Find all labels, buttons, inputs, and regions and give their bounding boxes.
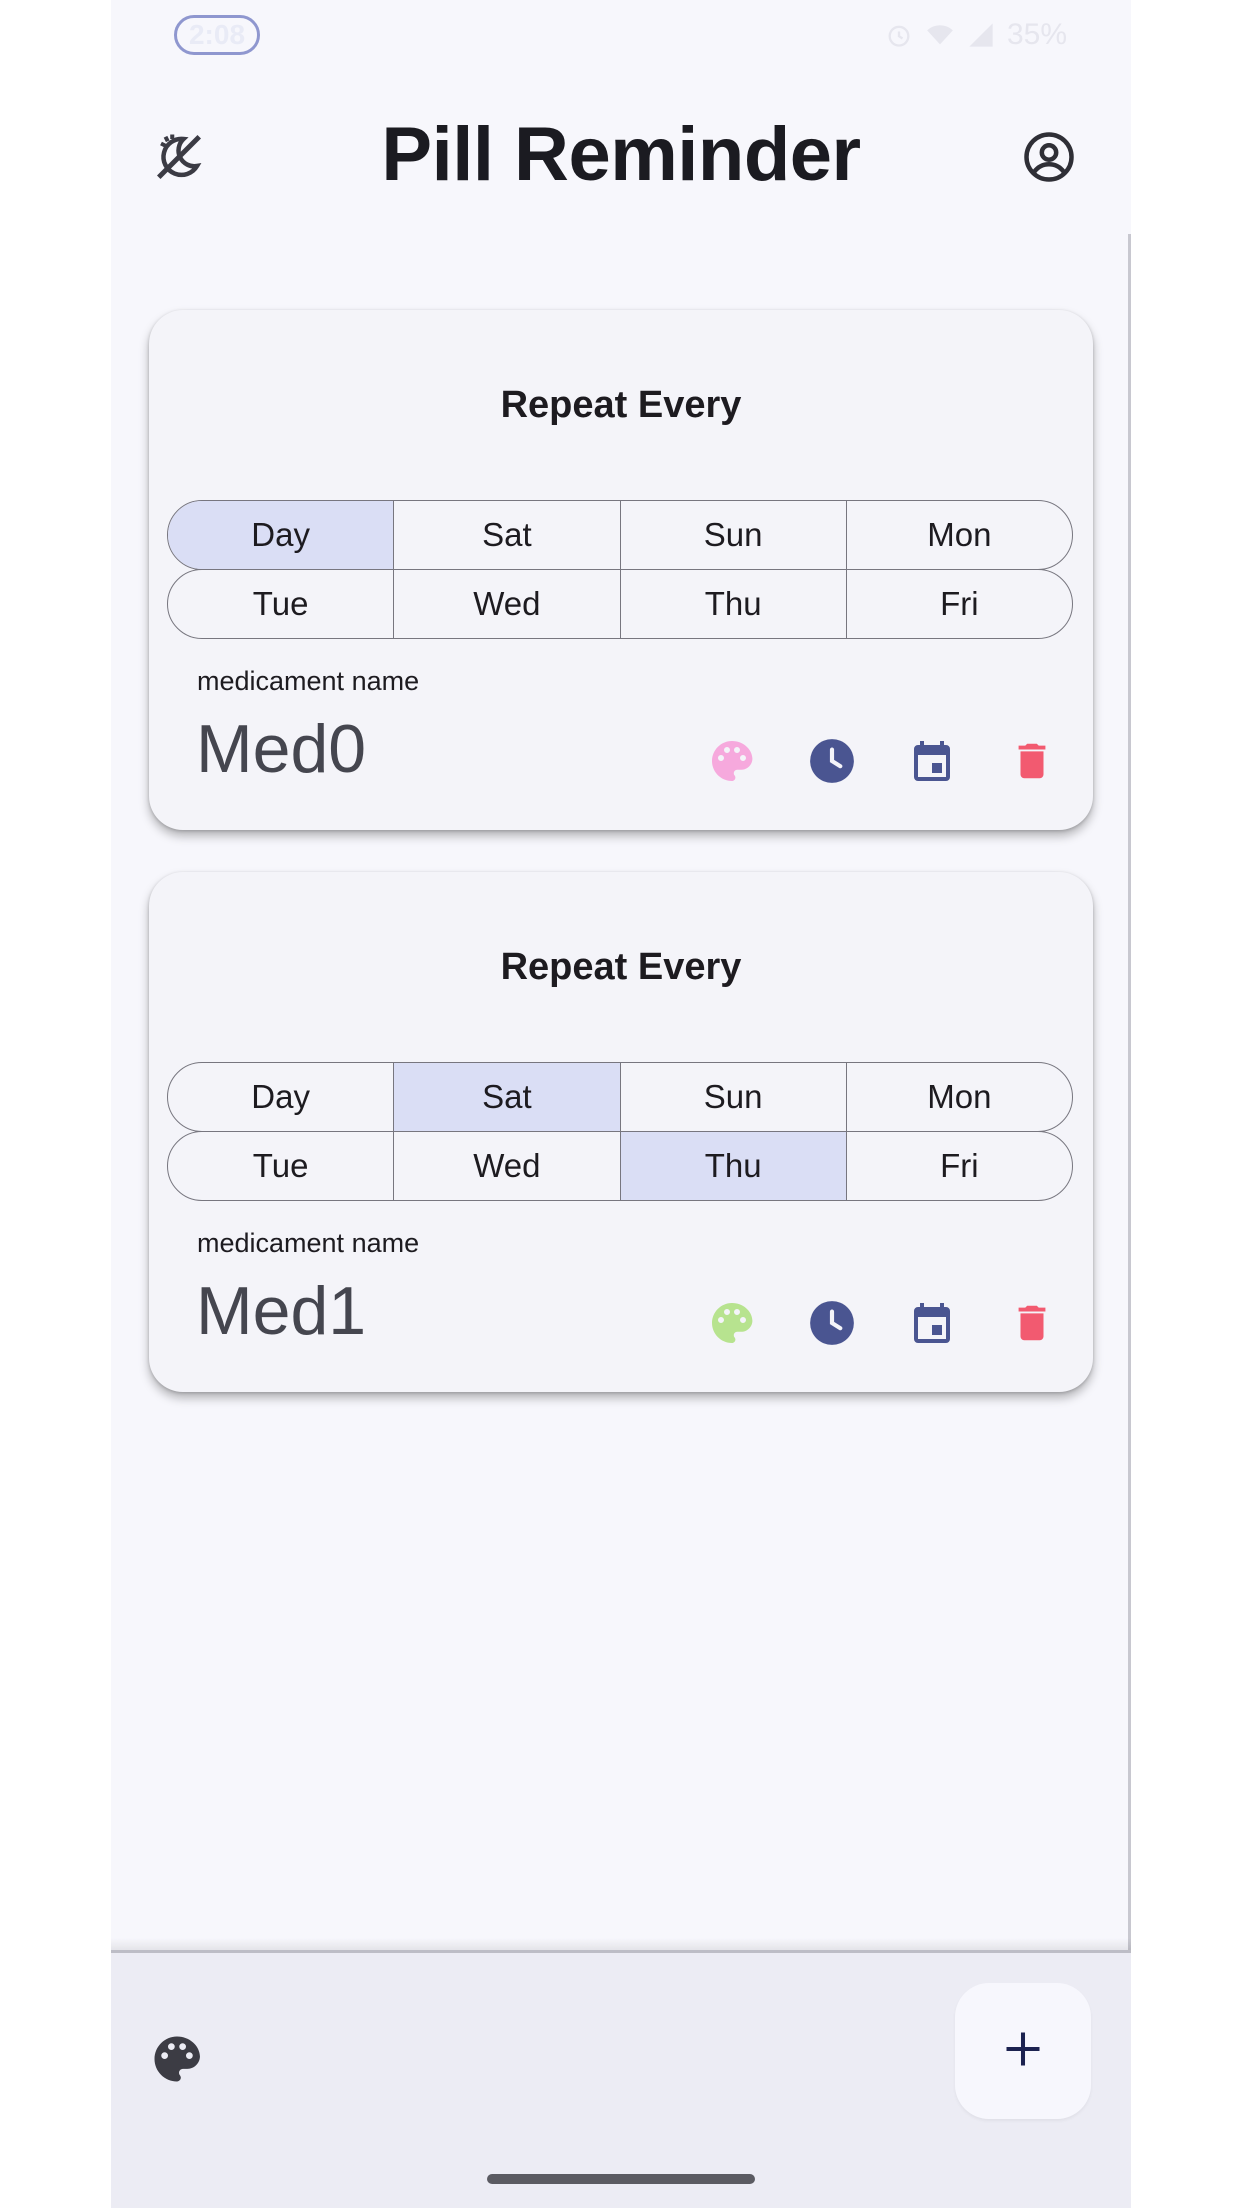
day-selector-row: Tue Wed Thu Fri xyxy=(167,569,1073,639)
alarm-icon xyxy=(885,21,913,49)
day-toggle-tue[interactable]: Tue xyxy=(168,1132,393,1200)
clock-icon xyxy=(807,1298,857,1353)
medicament-name-label: medicament name xyxy=(197,1228,420,1258)
day-toggle-fri[interactable]: Fri xyxy=(845,1132,1072,1200)
signal-icon xyxy=(967,21,995,49)
trash-icon xyxy=(1009,738,1055,789)
day-selector-row: Tue Wed Thu Fri xyxy=(167,1131,1073,1201)
day-toggle-day[interactable]: Day xyxy=(168,1063,393,1131)
day-toggle-tue[interactable]: Tue xyxy=(168,570,393,638)
repeat-every-title: Repeat Every xyxy=(500,946,742,988)
wifi-icon xyxy=(925,21,955,49)
plus-icon xyxy=(1001,2027,1045,2076)
palette-icon xyxy=(150,2032,204,2091)
day-toggle-sat[interactable]: Sat xyxy=(393,1063,620,1131)
delete-button[interactable] xyxy=(1009,740,1055,786)
day-toggle-wed[interactable]: Wed xyxy=(393,1132,619,1200)
day-toggle-mon[interactable]: Mon xyxy=(845,1063,1072,1131)
trash-icon xyxy=(1009,1300,1055,1351)
calendar-icon xyxy=(908,737,956,790)
color-button[interactable] xyxy=(709,1302,755,1348)
day-toggle-day[interactable]: Day xyxy=(168,501,394,569)
day-toggle-sat[interactable]: Sat xyxy=(393,501,619,569)
date-button[interactable] xyxy=(909,740,955,786)
day-toggle-sun[interactable]: Sun xyxy=(619,501,846,569)
day-toggle-thu[interactable]: Thu xyxy=(619,570,846,638)
repeat-every-title: Repeat Every xyxy=(500,384,742,426)
card-actions xyxy=(709,1300,1055,1348)
page-title: Pill Reminder xyxy=(381,112,861,197)
scrollbar[interactable] xyxy=(1128,234,1131,2144)
day-toggle-sun[interactable]: Sun xyxy=(619,1063,846,1131)
day-toggle-fri[interactable]: Fri xyxy=(845,570,1072,638)
date-button[interactable] xyxy=(909,1302,955,1348)
time-button[interactable] xyxy=(809,738,855,786)
medication-card: Repeat Every Day Sat Sun Mon Tue Wed Thu… xyxy=(149,872,1093,1392)
clock-icon xyxy=(807,736,857,791)
app-screen: 2:08 35% Pill Reminder Repeat Every Day … xyxy=(111,0,1131,2208)
app-bar: Pill Reminder xyxy=(111,75,1131,235)
day-toggle-thu[interactable]: Thu xyxy=(619,1132,846,1200)
home-indicator[interactable] xyxy=(487,2174,755,2184)
day-selector-row: Day Sat Sun Mon xyxy=(167,1062,1073,1132)
delete-button[interactable] xyxy=(1009,1302,1055,1348)
theme-palette-button[interactable] xyxy=(147,2031,207,2091)
medicament-name[interactable]: Med1 xyxy=(196,1272,366,1350)
medicament-name-label: medicament name xyxy=(197,666,420,696)
status-bar: 2:08 35% xyxy=(111,0,1131,75)
medicament-name[interactable]: Med0 xyxy=(196,710,366,788)
battery-text: 35% xyxy=(1006,18,1067,51)
day-toggle-wed[interactable]: Wed xyxy=(393,570,619,638)
calendar-icon xyxy=(908,1299,956,1352)
time-button[interactable] xyxy=(809,1300,855,1348)
account-circle-icon xyxy=(1022,130,1076,189)
palette-icon xyxy=(708,737,756,790)
palette-icon xyxy=(708,1299,756,1352)
day-selector-row: Day Sat Sun Mon xyxy=(167,500,1073,570)
bottom-app-bar xyxy=(111,1950,1131,2208)
color-button[interactable] xyxy=(709,740,755,786)
status-icons: 35% xyxy=(885,18,1067,52)
status-time: 2:08 xyxy=(174,15,260,55)
day-toggle-mon[interactable]: Mon xyxy=(845,501,1072,569)
account-button[interactable] xyxy=(1013,123,1085,195)
add-medication-button[interactable] xyxy=(955,1983,1091,2119)
card-actions xyxy=(709,738,1055,786)
medication-card: Repeat Every Day Sat Sun Mon Tue Wed Thu… xyxy=(149,310,1093,830)
